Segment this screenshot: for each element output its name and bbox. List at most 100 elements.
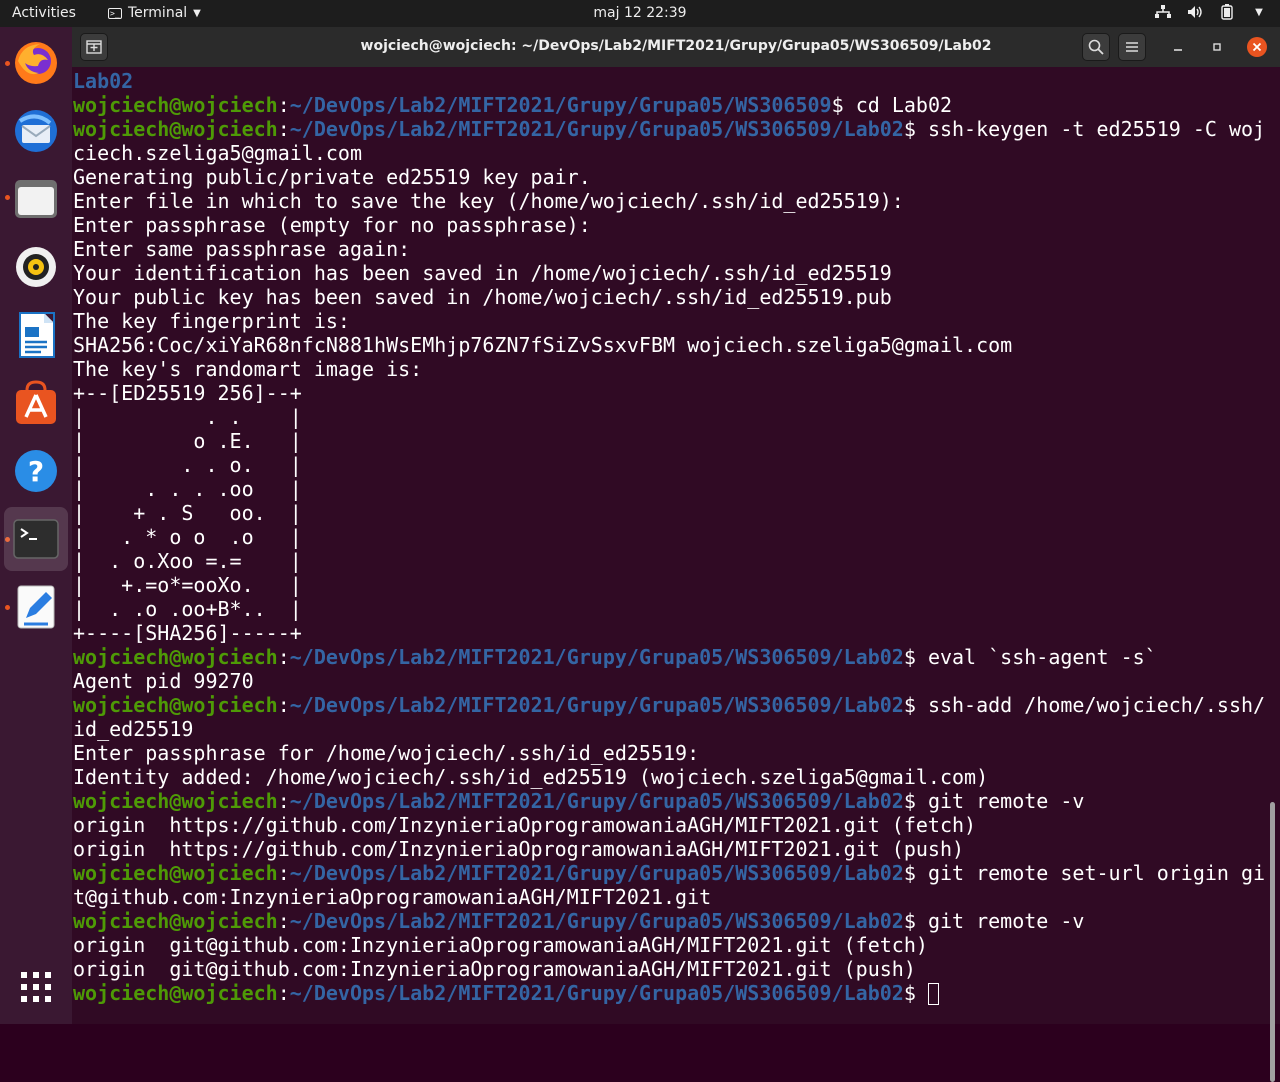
prompt-line: wojciech@wojciech:~/DevOps/Lab2/MIFT2021… [73, 117, 1265, 141]
output-line: Enter file in which to save the key (/ho… [73, 189, 1265, 213]
show-apps-icon[interactable] [4, 955, 68, 1019]
prompt-path: ~/DevOps/Lab2/MIFT2021/Grupy/Grupa05/WS3… [289, 789, 904, 813]
prompt-path: ~/DevOps/Lab2/MIFT2021/Grupy/Grupa05/WS3… [289, 693, 904, 717]
thunderbird-icon[interactable] [4, 99, 68, 163]
rhythmbox-icon[interactable] [4, 235, 68, 299]
prompt-user: wojciech@wojciech [73, 909, 278, 933]
command-text: git remote -v [927, 789, 1085, 813]
output-line: Identity added: /home/wojciech/.ssh/id_e… [73, 765, 1265, 789]
output-text: id_ed25519 [73, 717, 194, 741]
output-line: origin git@github.com:InzynieriaOprogram… [73, 933, 1265, 957]
prompt-symbol: $ [903, 117, 928, 141]
output-line: Enter passphrase (empty for no passphras… [73, 213, 1265, 237]
output-text: | + . S oo. | [73, 501, 302, 525]
text-editor-icon[interactable] [4, 575, 68, 639]
output-text: Enter passphrase for /home/wojciech/.ssh… [73, 741, 700, 765]
prompt-user: wojciech@wojciech [73, 693, 278, 717]
output-line: +----[SHA256]-----+ [73, 621, 1265, 645]
prompt-path: ~/DevOps/Lab2/MIFT2021/Grupy/Grupa05/WS3… [289, 117, 904, 141]
output-text: | o .E. | [73, 429, 302, 453]
prompt-user: wojciech@wojciech [73, 981, 278, 1005]
close-button[interactable] [1243, 33, 1271, 61]
prompt-line: wojciech@wojciech:~/DevOps/Lab2/MIFT2021… [73, 645, 1265, 669]
output-line: | . . o. | [73, 453, 1265, 477]
output-text: | . . . .oo | [73, 477, 302, 501]
terminal-view[interactable]: Lab02 wojciech@wojciech:~/DevOps/Lab2/MIF… [72, 67, 1280, 1082]
software-icon[interactable] [4, 371, 68, 435]
output-text: Agent pid 99270 [73, 669, 254, 693]
output-line: ciech.szeliga5@gmail.com [73, 141, 1265, 165]
minimize-icon [1174, 49, 1182, 51]
chevron-down-icon: ▼ [1255, 6, 1263, 18]
search-button[interactable] [1082, 33, 1110, 61]
command-text: eval `ssh-agent -s` [927, 645, 1157, 669]
prompt-symbol: $ [903, 981, 928, 1005]
system-tray[interactable]: ▼ [1154, 3, 1268, 21]
text-cursor [927, 983, 939, 1005]
output-text: Generating public/private ed25519 key pa… [73, 165, 591, 189]
output-line: The key's randomart image is: [73, 357, 1265, 381]
output-line: | . . | [73, 405, 1265, 429]
output-text: Enter file in which to save the key (/ho… [73, 189, 904, 213]
prompt-symbol: $ [903, 693, 928, 717]
output-line: +--[ED25519 256]--+ [73, 381, 1265, 405]
help-icon[interactable]: ? [4, 439, 68, 503]
prompt-line: wojciech@wojciech:~/DevOps/Lab2/MIFT2021… [73, 693, 1265, 717]
svg-text:?: ? [28, 455, 44, 488]
output-line: | . o.Xoo =.= | [73, 549, 1265, 573]
window-titlebar[interactable]: wojciech@wojciech: ~/DevOps/Lab2/MIFT202… [72, 27, 1280, 67]
output-text: Enter passphrase (empty for no passphras… [73, 213, 591, 237]
prompt-user: wojciech@wojciech [73, 645, 278, 669]
terminal-icon[interactable] [4, 507, 68, 571]
output-text: | . o.Xoo =.= | [73, 549, 302, 573]
output-line: | . .o .oo+B*.. | [73, 597, 1265, 621]
prompt-symbol: $ [903, 789, 928, 813]
maximize-button[interactable] [1203, 33, 1231, 61]
output-text: | . * o o .o | [73, 525, 302, 549]
output-text: origin https://github.com/InzynieriaOpro… [73, 837, 965, 861]
prompt-separator: : [277, 645, 290, 669]
prompt-path: ~/DevOps/Lab2/MIFT2021/Grupy/Grupa05/WS3… [289, 981, 904, 1005]
menu-button[interactable] [1118, 33, 1146, 61]
output-line: The key fingerprint is: [73, 309, 1265, 333]
command-text: git remote set-url origin gi [927, 861, 1266, 885]
app-menu-label: Terminal [128, 5, 188, 21]
output-line: origin https://github.com/InzynieriaOpro… [73, 837, 1265, 861]
output-text: SHA256:Coc/xiYaR68nfcN881hWsEMhjp76ZN7fS… [73, 333, 1013, 357]
prompt-symbol: $ [903, 861, 928, 885]
close-icon [1247, 37, 1267, 57]
minimize-button[interactable] [1164, 33, 1192, 61]
activities-button[interactable]: Activities [12, 5, 76, 21]
output-line: id_ed25519 [73, 717, 1265, 741]
output-text: | . . | [73, 405, 302, 429]
output-text: The key fingerprint is: [73, 309, 350, 333]
output-line: Your public key has been saved in /home/… [73, 285, 1265, 309]
prompt-separator: : [277, 693, 290, 717]
dock: ? [0, 27, 72, 1024]
output-line: | + . S oo. | [73, 501, 1265, 525]
files-icon[interactable] [4, 167, 68, 231]
top-bar: Activities >_ Terminal ▼ maj 12 22:39 ▼ [0, 0, 1280, 27]
app-menu[interactable]: >_ Terminal ▼ [108, 5, 201, 21]
writer-icon[interactable] [4, 303, 68, 367]
output-line: Enter same passphrase again: [73, 237, 1265, 261]
prompt-separator: : [277, 909, 290, 933]
prompt-symbol: $ [903, 909, 928, 933]
scrollbar[interactable] [1270, 802, 1275, 1082]
firefox-icon[interactable] [4, 31, 68, 95]
prompt-user: wojciech@wojciech [73, 789, 278, 813]
prompt-path: ~/DevOps/Lab2/MIFT2021/Grupy/Grupa05/WS3… [289, 93, 832, 117]
battery-icon [1218, 3, 1236, 21]
prompt-path: ~/DevOps/Lab2/MIFT2021/Grupy/Grupa05/WS3… [289, 909, 904, 933]
terminal-app-icon: >_ [108, 7, 122, 19]
prompt-user: wojciech@wojciech [73, 861, 278, 885]
output-text: ciech.szeliga5@gmail.com [73, 141, 362, 165]
prompt-symbol: $ [831, 93, 856, 117]
prompt-line: wojciech@wojciech:~/DevOps/Lab2/MIFT2021… [73, 93, 1265, 117]
output-text: | +.=o*=ooXo. | [73, 573, 302, 597]
prompt-line: wojciech@wojciech:~/DevOps/Lab2/MIFT2021… [73, 789, 1265, 813]
command-text: ssh-add /home/wojciech/.ssh/ [927, 693, 1266, 717]
clock[interactable]: maj 12 22:39 [593, 5, 686, 21]
output-line: | . . . .oo | [73, 477, 1265, 501]
output-text: Your public key has been saved in /home/… [73, 285, 892, 309]
